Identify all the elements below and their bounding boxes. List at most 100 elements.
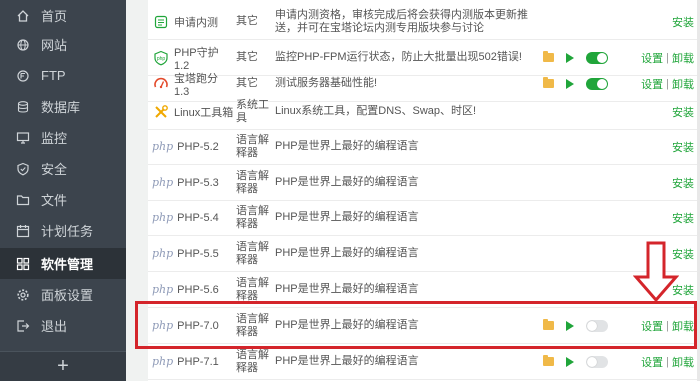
- software-type: 其它: [236, 15, 258, 27]
- software-ops: 设置 | 卸载: [641, 354, 694, 370]
- settings-button[interactable]: 设置: [641, 354, 663, 370]
- table-row: php PHP-5.2 语言解释器 PHP是世界上最好的编程语言 安装: [148, 129, 700, 165]
- sidebar-item-database[interactable]: 数据库: [0, 91, 126, 122]
- software-desc: Linux系统工具，配置DNS、Swap、时区!: [275, 105, 477, 117]
- software-desc: PHP是世界上最好的编程语言: [275, 140, 419, 152]
- grid-icon: [16, 257, 30, 271]
- sidebar-item-label: 网站: [41, 38, 68, 53]
- speedometer-icon: [152, 76, 170, 92]
- software-desc: PHP是世界上最好的编程语言: [275, 355, 419, 367]
- software-tools: [543, 344, 613, 379]
- sidebar-item-security[interactable]: 安全: [0, 153, 126, 184]
- table-row: php PHP-7.1 语言解释器 PHP是世界上最好的编程语言 设置 | 卸载: [148, 344, 700, 380]
- software-type: 语言解释器: [236, 348, 269, 374]
- sidebar-item-cron[interactable]: 计划任务: [0, 215, 126, 246]
- install-button[interactable]: 安装: [672, 14, 694, 30]
- software-name: php PHP-5.4: [152, 211, 219, 224]
- sidebar-item-software[interactable]: 软件管理: [0, 248, 126, 279]
- install-button[interactable]: 安装: [672, 175, 694, 191]
- ftp-icon: [16, 69, 30, 83]
- shield-icon: [16, 162, 30, 176]
- toggle-switch[interactable]: [586, 355, 608, 368]
- monitor-icon: [16, 131, 30, 145]
- sidebar-item-settings[interactable]: 面板设置: [0, 279, 126, 310]
- software-name: 申请内测: [152, 4, 236, 39]
- play-icon[interactable]: [566, 52, 574, 63]
- table-row: php PHP-5.3 语言解释器 PHP是世界上最好的编程语言 安装: [148, 165, 700, 201]
- sidebar-item-label: 退出: [41, 319, 68, 334]
- settings-button[interactable]: 设置: [641, 50, 663, 66]
- software-type: 语言解释器: [236, 204, 269, 230]
- play-icon[interactable]: [566, 356, 574, 367]
- software-name: Linux工具箱: [152, 94, 236, 129]
- software-type: 语言解释器: [236, 133, 269, 159]
- globe-icon: [16, 38, 30, 52]
- sidebar-item-files[interactable]: 文件: [0, 184, 126, 215]
- settings-button[interactable]: 设置: [641, 76, 663, 92]
- software-type: 语言解释器: [236, 169, 269, 195]
- sidebar-item-label: 计划任务: [41, 224, 94, 239]
- software-desc: 申请内测资格，审核完成后将会获得内测版本更新推送，并可在宝塔论坛内测专用版块参与…: [275, 8, 528, 34]
- logout-icon: [16, 319, 30, 333]
- php-icon: php: [152, 355, 174, 368]
- uninstall-button[interactable]: 卸载: [672, 50, 694, 66]
- install-button[interactable]: 安装: [672, 104, 694, 120]
- table-row: php PHP-5.4 语言解释器 PHP是世界上最好的编程语言 安装: [148, 200, 700, 236]
- software-ops: 安装: [618, 4, 694, 39]
- toggle-switch[interactable]: [586, 51, 608, 64]
- software-name: php PHP-7.1: [152, 355, 219, 368]
- folder-icon[interactable]: [543, 77, 554, 88]
- sidebar-item-websites[interactable]: 网站: [0, 29, 126, 60]
- sidebar-item-monitor[interactable]: 监控: [0, 122, 126, 153]
- software-type: 系统工具: [236, 98, 269, 124]
- folder-icon[interactable]: [543, 355, 554, 366]
- home-icon: [16, 9, 30, 23]
- php-icon: php: [152, 211, 174, 224]
- php-icon: php: [152, 283, 174, 296]
- sidebar-item-label: 监控: [41, 131, 68, 146]
- sidebar-item-label: 安全: [41, 162, 68, 177]
- php-icon: php: [152, 140, 174, 153]
- uninstall-button[interactable]: 卸载: [672, 76, 694, 92]
- php-icon: php: [152, 176, 174, 189]
- sidebar-item-label: FTP: [41, 68, 66, 83]
- software-type: 语言解释器: [236, 240, 269, 266]
- down-arrow-icon: [633, 241, 679, 303]
- database-icon: [16, 100, 30, 114]
- install-button[interactable]: 安装: [672, 210, 694, 226]
- software-desc: PHP是世界上最好的编程语言: [275, 176, 419, 188]
- toggle-switch[interactable]: [586, 77, 608, 90]
- play-icon[interactable]: [566, 78, 574, 89]
- gear-icon: [16, 288, 30, 302]
- software-name: php PHP-5.2: [152, 140, 219, 153]
- uninstall-button[interactable]: 卸载: [672, 354, 694, 370]
- svg-text:php: php: [157, 56, 166, 62]
- software-desc: PHP是世界上最好的编程语言: [275, 247, 419, 259]
- sidebar: 首页 网站 FTP 数据库 监控 安全 文件 计划任务 软件管理 面板设置 退出…: [0, 0, 126, 381]
- sidebar-item-label: 首页: [41, 9, 68, 24]
- sidebar-item-label: 软件管理: [41, 257, 94, 272]
- folder-icon[interactable]: [543, 51, 554, 62]
- software-ops: 安装: [618, 200, 694, 235]
- sidebar-item-label: 数据库: [41, 100, 81, 115]
- table-row: Linux工具箱 系统工具 Linux系统工具，配置DNS、Swap、时区! 安…: [148, 94, 700, 130]
- sidebar-item-ftp[interactable]: FTP: [0, 60, 126, 91]
- php-icon: php: [152, 247, 174, 260]
- install-button[interactable]: 安装: [672, 139, 694, 155]
- software-name: php PHP-5.5: [152, 247, 219, 260]
- software-name: php PHP-5.3: [152, 176, 219, 189]
- table-row: 申请内测 其它 申请内测资格，审核完成后将会获得内测版本更新推送，并可在宝塔论坛…: [148, 4, 700, 40]
- software-ops: 安装: [618, 165, 694, 200]
- sidebar-item-label: 文件: [41, 193, 68, 208]
- beta-icon: [152, 14, 170, 30]
- software-ops: 安装: [618, 129, 694, 164]
- sidebar-item-label: 面板设置: [41, 288, 94, 303]
- add-button[interactable]: +: [0, 351, 126, 381]
- sidebar-item-logout[interactable]: 退出: [0, 310, 126, 341]
- sidebar-item-home[interactable]: 首页: [0, 0, 126, 31]
- table-row: php PHP-5.5 语言解释器 PHP是世界上最好的编程语言 安装: [148, 236, 700, 272]
- highlight-box: [135, 301, 697, 349]
- software-desc: PHP是世界上最好的编程语言: [275, 211, 419, 223]
- folder-icon: [16, 193, 30, 207]
- php-guard-icon: php: [152, 50, 170, 66]
